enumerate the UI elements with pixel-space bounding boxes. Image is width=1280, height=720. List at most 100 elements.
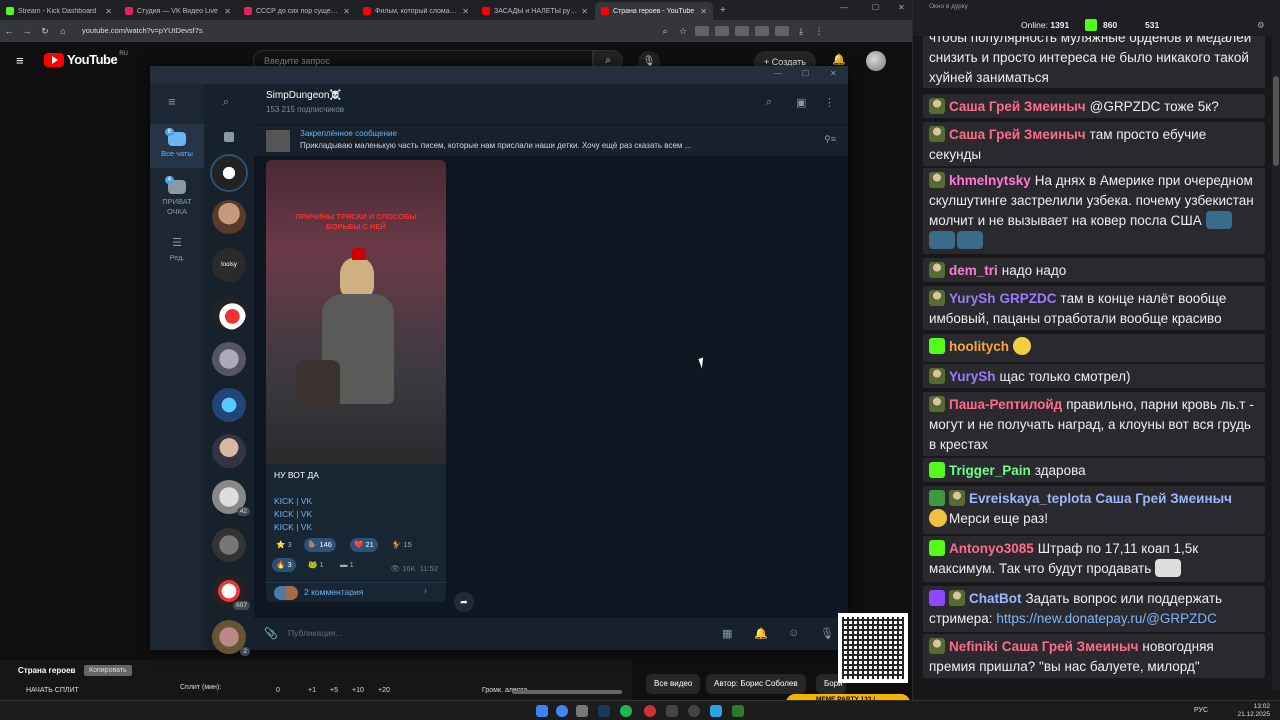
obs-icon[interactable] xyxy=(688,705,700,717)
chat-avatar[interactable] xyxy=(212,342,246,376)
reaction-rooster[interactable]: 🐓 15 xyxy=(388,538,416,552)
extension-icon[interactable] xyxy=(775,26,789,36)
start-icon[interactable] xyxy=(536,705,548,717)
chat-avatar[interactable]: 607 xyxy=(212,574,250,610)
attach-icon[interactable]: 📎 xyxy=(264,627,278,640)
archive-icon[interactable] xyxy=(224,132,234,142)
reaction-beaver[interactable]: 🦫 146 xyxy=(304,538,336,552)
close-window-icon[interactable]: ✕ xyxy=(898,3,905,12)
chat-avatar[interactable] xyxy=(212,434,246,468)
close-tab-icon[interactable]: ✕ xyxy=(224,7,231,16)
chat-avatar[interactable] xyxy=(212,200,246,234)
tab-strana-geroev[interactable]: Страна героев - YouTube ✕ xyxy=(595,2,713,20)
hamburger-menu-icon[interactable]: ≡ xyxy=(16,53,24,68)
pinned-list-icon[interactable]: ⚲≡ xyxy=(824,134,836,145)
bookmark-star-icon[interactable]: ☆ xyxy=(674,26,692,37)
copy-badge[interactable]: Копировать xyxy=(84,665,132,676)
url-field[interactable]: youtube.com/watch?v=pYUtDevsf7s xyxy=(76,23,656,39)
schedule-icon[interactable]: ▦ xyxy=(722,627,732,640)
chrome-icon[interactable] xyxy=(556,705,568,717)
donate-link[interactable]: https://new.donatepay.ru/@GRPZDC xyxy=(996,611,1217,626)
mic-icon[interactable]: 🎙 xyxy=(820,627,834,640)
post-links[interactable]: KICK | VK xyxy=(274,522,312,532)
extension-icon[interactable] xyxy=(715,26,729,36)
search-icon[interactable]: ⌕ xyxy=(766,96,772,109)
app-icon[interactable] xyxy=(644,705,656,717)
split-plus20-button[interactable]: +20 xyxy=(378,687,390,694)
comments-button[interactable]: 2 комментария › xyxy=(266,582,446,602)
alert-volume-slider[interactable] xyxy=(512,690,622,694)
chat-avatar[interactable] xyxy=(212,388,246,422)
notifications-bell-icon[interactable]: 🔔 xyxy=(832,53,846,66)
new-tab-button[interactable]: + xyxy=(714,2,732,20)
home-icon[interactable]: ⌂ xyxy=(54,26,72,36)
split-plus10-button[interactable]: +10 xyxy=(352,687,364,694)
reaction-star[interactable]: ⭐ 3 xyxy=(272,538,296,552)
maximize-icon[interactable]: ☐ xyxy=(802,69,809,78)
extension-icon[interactable] xyxy=(755,26,769,36)
extension-icon[interactable] xyxy=(735,26,749,36)
close-tab-icon[interactable]: ✕ xyxy=(343,7,350,16)
explorer-icon[interactable] xyxy=(576,705,588,717)
tab-ussr[interactable]: СССР до сих пор существует /✕ xyxy=(238,2,356,20)
steam-icon[interactable] xyxy=(598,705,610,717)
telegram-icon[interactable] xyxy=(710,705,722,717)
folder-private[interactable]: 4 ПРИВАТ ОЧКА xyxy=(150,176,204,220)
reaction-heart[interactable]: ❤️ 21 xyxy=(350,538,378,552)
download-icon[interactable]: ⤓ xyxy=(792,26,810,37)
post-links[interactable]: KICK | VK xyxy=(274,509,312,519)
close-tab-icon[interactable]: ✕ xyxy=(700,7,707,16)
reload-icon[interactable]: ↻ xyxy=(36,26,54,37)
folder-edit[interactable]: ☰ Ред. xyxy=(150,236,204,270)
tab-vk-studio[interactable]: Студия — VK Видео Live ✕ xyxy=(119,2,237,20)
app-icon[interactable] xyxy=(666,705,678,717)
bell-icon[interactable]: 🔔 xyxy=(754,627,768,640)
minimize-icon[interactable]: — xyxy=(774,69,782,78)
tab-film[interactable]: Фильм, который сломал Томь✕ xyxy=(357,2,475,20)
chat-scrollbar[interactable] xyxy=(1272,36,1280,690)
back-icon[interactable]: ← xyxy=(0,26,18,36)
app-icon[interactable] xyxy=(732,705,744,717)
reaction-frog[interactable]: 🐸 1 xyxy=(304,558,328,572)
channel-name[interactable]: SimpDungeon☠️ xyxy=(266,90,342,101)
pinned-message[interactable]: Закреплённое сообщение Прикладываю мален… xyxy=(254,124,848,156)
close-tab-icon[interactable]: ✕ xyxy=(105,7,112,16)
more-icon[interactable]: ⋮ xyxy=(824,96,835,109)
chat-toolsy[interactable]: toolsy xyxy=(212,248,246,282)
reaction-custom[interactable]: ▬ 1 xyxy=(336,558,358,572)
chip-author[interactable]: Автор: Борис Соболев xyxy=(706,674,806,694)
tab-ambush[interactable]: ЗАСАДЫ и НАЛЁТЫ русских Р✕ xyxy=(476,2,594,20)
emoji-icon[interactable]: ☺ xyxy=(788,627,799,639)
split-0-button[interactable]: 0 xyxy=(276,687,280,694)
chat-simpdungeon[interactable] xyxy=(212,156,246,190)
search-icon[interactable]: ⌕ xyxy=(223,96,229,109)
reaction-fire[interactable]: 🔥 3 xyxy=(272,558,296,572)
avatar[interactable] xyxy=(866,51,886,71)
post-image[interactable]: ПРИЧИНЫ ТРЯСКИ И СПОСОБЫ БОРЬБЫ С НЕЙ xyxy=(266,160,446,464)
settings-icon[interactable]: ⚙ xyxy=(1257,20,1265,31)
search-icon[interactable]: ⌕ xyxy=(656,26,674,37)
chip-all-videos[interactable]: Все видео xyxy=(646,674,701,694)
chat-avatar[interactable]: 2 xyxy=(212,620,250,656)
close-tab-icon[interactable]: ✕ xyxy=(581,7,588,16)
scrollbar-thumb[interactable] xyxy=(1273,76,1279,166)
minimize-icon[interactable]: — xyxy=(840,3,848,12)
share-button[interactable]: ➦ xyxy=(454,592,474,612)
spotify-icon[interactable] xyxy=(620,705,632,717)
tab-kick-dashboard[interactable]: Stream - Kick Dashboard ✕ xyxy=(0,2,118,20)
chat-avatar[interactable]: 42 xyxy=(212,480,250,516)
close-tab-icon[interactable]: ✕ xyxy=(462,7,469,16)
menu-dots-icon[interactable]: ⋮ xyxy=(810,26,828,37)
split-plus5-button[interactable]: +5 xyxy=(330,687,338,694)
youtube-logo[interactable]: YouTube RU xyxy=(44,51,128,67)
maximize-icon[interactable]: ☐ xyxy=(872,3,879,12)
chat-avatar[interactable] xyxy=(212,296,246,330)
split-plus1-button[interactable]: +1 xyxy=(308,687,316,694)
start-split-button[interactable]: НАЧАТЬ СПЛИТ xyxy=(26,687,79,694)
sidebar-toggle-icon[interactable]: ▣ xyxy=(796,96,806,109)
language-indicator[interactable]: РУС xyxy=(1194,707,1208,714)
menu-icon[interactable]: ≡ xyxy=(168,94,176,109)
forward-icon[interactable]: → xyxy=(18,26,36,36)
post-links[interactable]: KICK | VK xyxy=(274,496,312,506)
chat-avatar[interactable] xyxy=(212,528,246,562)
